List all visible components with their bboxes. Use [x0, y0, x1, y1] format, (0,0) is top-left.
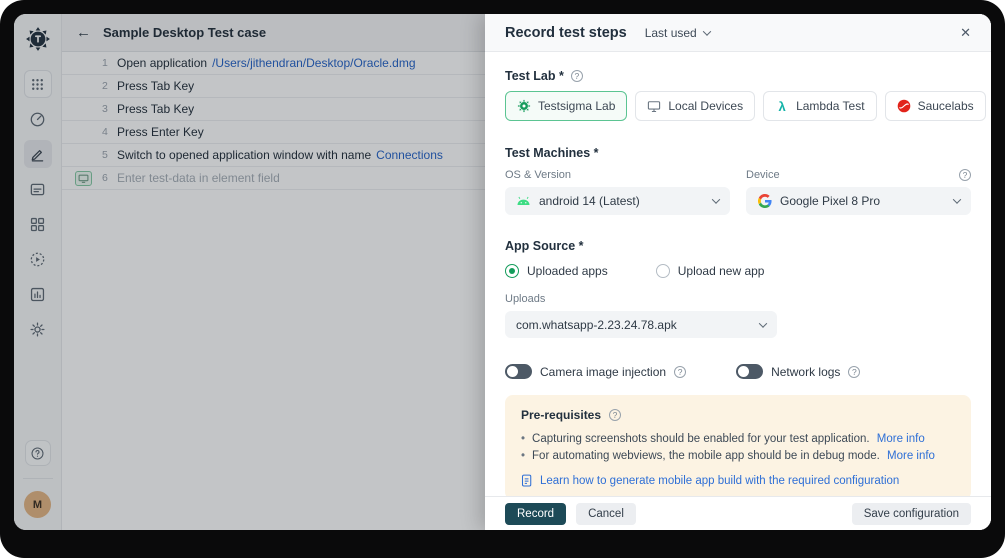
chevron-down-icon [702, 27, 710, 35]
prerequisite-bullet: • Capturing screenshots should be enable… [521, 432, 955, 446]
network-logs-help-icon[interactable]: ? [848, 366, 860, 378]
android-icon [516, 196, 531, 207]
panel-body: Test Lab * ? Testsigma Lab Local Devices [485, 52, 991, 496]
last-used-dropdown[interactable]: Last used [645, 26, 710, 40]
toggles-row: Camera image injection ? Network logs ? [505, 364, 971, 379]
os-version-label: OS & Version [505, 169, 730, 181]
prerequisites-title: Pre-requisites ? [521, 408, 955, 422]
device-column: Device ? Google Pixel 8 Pro [746, 169, 971, 215]
device-select[interactable]: Google Pixel 8 Pro [746, 187, 971, 215]
chevron-down-icon [712, 195, 720, 203]
bullet-text: Capturing screenshots should be enabled … [532, 433, 870, 445]
bullet-text: For automating webviews, the mobile app … [532, 450, 880, 462]
build-config-link[interactable]: Learn how to generate mobile app build w… [540, 475, 899, 487]
lab-option-saucelabs[interactable]: Saucelabs [885, 91, 986, 121]
network-logs-toggle[interactable] [736, 364, 763, 379]
os-version-value: android 14 (Latest) [539, 194, 640, 208]
camera-injection-help-icon[interactable]: ? [674, 366, 686, 378]
lab-option-testsigma[interactable]: Testsigma Lab [505, 91, 627, 121]
network-logs-label: Network logs [771, 365, 840, 379]
lab-option-label: Testsigma Lab [538, 99, 615, 113]
test-machines-label-text: Test Machines * [505, 146, 599, 160]
lab-option-local-devices[interactable]: Local Devices [635, 91, 755, 121]
chevron-down-icon [953, 195, 961, 203]
device-value: Google Pixel 8 Pro [780, 194, 880, 208]
save-configuration-button[interactable]: Save configuration [852, 503, 971, 525]
test-machines-label: Test Machines * [505, 146, 971, 160]
radio-label: Uploaded apps [527, 264, 608, 278]
lab-option-lambda-test[interactable]: λ Lambda Test [763, 91, 877, 121]
panel-footer: Record Cancel Save configuration [485, 496, 991, 530]
device-label: Device [746, 169, 780, 181]
radio-uploaded-apps[interactable]: Uploaded apps [505, 264, 608, 278]
lab-option-label: Lambda Test [796, 99, 865, 113]
google-icon [757, 194, 772, 208]
panel-title: Record test steps [505, 25, 627, 41]
more-info-link[interactable]: More info [887, 450, 935, 462]
test-lab-options: Testsigma Lab Local Devices λ Lambda Tes… [505, 91, 971, 121]
app-source-label: App Source * [505, 239, 971, 253]
os-version-select[interactable]: android 14 (Latest) [505, 187, 730, 215]
app-window: M ← Sample Desktop Test case 1 Open appl… [14, 14, 991, 530]
chevron-down-icon [759, 319, 767, 327]
testsigma-lab-icon [517, 99, 531, 113]
last-used-label: Last used [645, 26, 697, 40]
close-icon[interactable]: ✕ [960, 25, 971, 41]
device-help-icon[interactable]: ? [959, 169, 971, 181]
prerequisites-box: Pre-requisites ? • Capturing screenshots… [505, 395, 971, 496]
local-devices-icon [647, 99, 661, 113]
doc-link-row: Learn how to generate mobile app build w… [521, 474, 955, 488]
record-test-steps-panel: Record test steps Last used ✕ Test Lab *… [485, 14, 991, 530]
cancel-button[interactable]: Cancel [576, 503, 636, 525]
test-lab-label: Test Lab * ? [505, 69, 971, 83]
uploads-select[interactable]: com.whatsapp-2.23.24.78.apk [505, 311, 777, 338]
test-machines-section: Test Machines * OS & Version android 14 … [505, 146, 971, 215]
prerequisites-help-icon[interactable]: ? [609, 409, 621, 421]
radio-label: Upload new app [678, 264, 765, 278]
camera-injection-toggle[interactable] [505, 364, 532, 379]
record-button[interactable]: Record [505, 503, 566, 525]
uploads-label: Uploads [505, 293, 971, 305]
app-source-section: App Source * Uploaded apps Upload new ap… [505, 239, 971, 338]
bullet-icon: • [521, 449, 525, 463]
os-version-column: OS & Version android 14 (Latest) [505, 169, 730, 215]
radio-upload-new-app[interactable]: Upload new app [656, 264, 765, 278]
camera-injection-label: Camera image injection [540, 365, 666, 379]
test-lab-help-icon[interactable]: ? [571, 70, 583, 82]
radio-selected-icon [505, 264, 519, 278]
radio-unselected-icon [656, 264, 670, 278]
lab-option-label: Local Devices [668, 99, 743, 113]
app-source-label-text: App Source * [505, 239, 584, 253]
bullet-icon: • [521, 432, 525, 446]
lab-option-label: Saucelabs [918, 99, 974, 113]
prerequisite-bullet: • For automating webviews, the mobile ap… [521, 449, 955, 463]
camera-injection-group: Camera image injection ? [505, 364, 686, 379]
uploads-value: com.whatsapp-2.23.24.78.apk [516, 318, 677, 332]
more-info-link[interactable]: More info [877, 433, 925, 445]
network-logs-group: Network logs ? [736, 364, 860, 379]
lambda-test-icon: λ [775, 99, 789, 113]
document-icon [521, 474, 533, 488]
prerequisites-title-text: Pre-requisites [521, 408, 601, 422]
saucelabs-icon [897, 99, 911, 113]
panel-header: Record test steps Last used ✕ [485, 14, 991, 52]
test-lab-label-text: Test Lab * [505, 69, 564, 83]
